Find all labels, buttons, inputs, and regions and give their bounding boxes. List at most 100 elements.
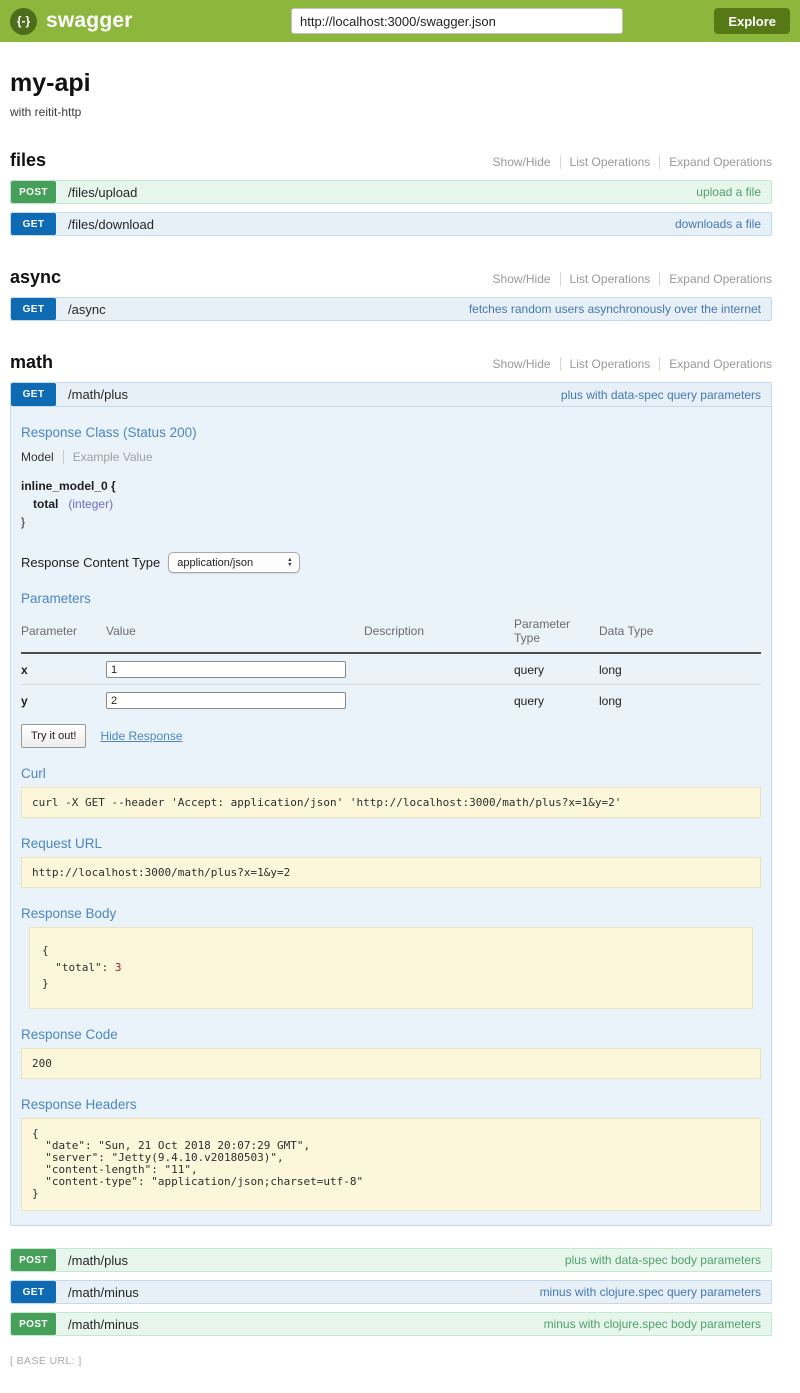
method-badge: GET — [11, 383, 56, 406]
json-close-brace: } — [42, 977, 49, 990]
select-value: application/json — [177, 557, 253, 569]
model-property-name: total — [33, 497, 58, 511]
col-header-data-type: Data Type — [599, 612, 761, 653]
op-summary[interactable]: fetches random users asynchronously over… — [469, 298, 771, 320]
curl-command-block: curl -X GET --header 'Accept: applicatio… — [21, 787, 761, 818]
model-property-type: (integer) — [68, 497, 113, 511]
op-path[interactable]: /math/plus — [68, 1249, 128, 1271]
response-body-block: { "total": 3 } — [29, 927, 753, 1009]
model-tabs: Model Example Value — [21, 450, 761, 464]
op-row-get-math-minus[interactable]: GET /math/minus minus with clojure.spec … — [10, 1280, 772, 1304]
try-row: Try it out! Hide Response — [21, 724, 761, 748]
op-row-post-math-minus[interactable]: POST /math/minus minus with clojure.spec… — [10, 1312, 772, 1336]
model-signature: inline_model_0 { total (integer) } — [21, 477, 761, 531]
param-row-x: x query long — [21, 653, 761, 685]
op-summary[interactable]: minus with clojure.spec body parameters — [544, 1313, 771, 1335]
expand-operations-link[interactable]: Expand Operations — [659, 272, 772, 286]
parameters-heading: Parameters — [21, 591, 761, 606]
json-key: "total": — [42, 961, 115, 974]
op-summary[interactable]: downloads a file — [675, 213, 771, 235]
param-type: query — [514, 685, 599, 716]
param-data-type: long — [599, 653, 761, 685]
param-description — [364, 685, 514, 716]
response-headers-block: { "date": "Sun, 21 Oct 2018 20:07:29 GMT… — [21, 1118, 761, 1212]
col-header-parameter-type: Parameter Type — [514, 612, 599, 653]
op-expanded-get-math-plus: GET /math/plus plus with data-spec query… — [10, 382, 772, 1226]
op-path[interactable]: /files/download — [68, 213, 154, 235]
show-hide-link[interactable]: Show/Hide — [484, 155, 560, 169]
section-title-math: math — [10, 352, 53, 373]
method-badge: GET — [11, 1281, 56, 1303]
api-title: my-api — [10, 69, 772, 98]
param-row-y: y query long — [21, 685, 761, 716]
response-code-heading: Response Code — [21, 1027, 761, 1042]
parameters-header-row: Parameter Value Description Parameter Ty… — [21, 612, 761, 653]
response-code-block: 200 — [21, 1048, 761, 1079]
request-url-heading: Request URL — [21, 836, 761, 851]
param-type: query — [514, 653, 599, 685]
response-content-type-select[interactable]: application/json ▲ ▼ — [168, 552, 299, 573]
op-row-post-files-upload[interactable]: POST /files/upload upload a file — [10, 180, 772, 204]
method-badge: POST — [11, 1249, 56, 1271]
main-content: my-api with reitit-http files Show/Hide … — [10, 69, 772, 1336]
parameters-table: Parameter Value Description Parameter Ty… — [21, 612, 761, 715]
tab-example-value[interactable]: Example Value — [64, 450, 153, 464]
list-operations-link[interactable]: List Operations — [560, 357, 660, 371]
op-summary[interactable]: minus with clojure.spec query parameters — [540, 1281, 771, 1303]
op-summary[interactable]: plus with data-spec body parameters — [565, 1249, 771, 1271]
brand-title: swagger — [46, 9, 133, 33]
op-row-get-async[interactable]: GET /async fetches random users asynchro… — [10, 297, 772, 321]
col-header-parameter: Parameter — [21, 612, 106, 653]
op-path[interactable]: /files/upload — [68, 181, 137, 203]
section-header-files: files Show/Hide List Operations Expand O… — [10, 150, 772, 171]
expand-operations-link[interactable]: Expand Operations — [659, 357, 772, 371]
op-path[interactable]: /math/plus — [68, 383, 128, 406]
app-header: {-} swagger Explore — [0, 0, 800, 42]
op-path[interactable]: /async — [68, 298, 106, 320]
model-name: inline_model_0 { — [21, 477, 761, 495]
param-x-input[interactable] — [106, 661, 346, 678]
section-header-async: async Show/Hide List Operations Expand O… — [10, 267, 772, 288]
method-badge: POST — [11, 1313, 56, 1335]
response-content-type-label: Response Content Type — [21, 555, 160, 570]
op-content-panel: Response Class (Status 200) Model Exampl… — [11, 407, 771, 1225]
hide-response-link[interactable]: Hide Response — [100, 729, 182, 743]
method-badge: GET — [11, 213, 56, 235]
op-summary[interactable]: upload a file — [696, 181, 771, 203]
base-url-footer: [ BASE URL: ] — [10, 1355, 800, 1367]
section-title-async: async — [10, 267, 61, 288]
op-path[interactable]: /math/minus — [68, 1281, 139, 1303]
param-name: x — [21, 653, 106, 685]
curl-heading: Curl — [21, 766, 761, 781]
response-class-heading: Response Class (Status 200) — [21, 425, 761, 440]
tab-model[interactable]: Model — [21, 450, 64, 464]
explore-button[interactable]: Explore — [714, 8, 790, 34]
list-operations-link[interactable]: List Operations — [560, 155, 660, 169]
request-url-block: http://localhost:3000/math/plus?x=1&y=2 — [21, 857, 761, 888]
swagger-logo[interactable]: {-} swagger — [10, 8, 133, 35]
list-operations-link[interactable]: List Operations — [560, 272, 660, 286]
response-headers-heading: Response Headers — [21, 1097, 761, 1112]
param-name: y — [21, 685, 106, 716]
param-y-input[interactable] — [106, 692, 346, 709]
expand-operations-link[interactable]: Expand Operations — [659, 155, 772, 169]
op-path[interactable]: /math/minus — [68, 1313, 139, 1335]
op-row-get-math-plus[interactable]: GET /math/plus plus with data-spec query… — [11, 383, 771, 407]
param-description — [364, 653, 514, 685]
col-header-value: Value — [106, 612, 364, 653]
section-controls: Show/Hide List Operations Expand Operati… — [484, 272, 772, 286]
spec-url-input[interactable] — [291, 8, 623, 34]
param-data-type: long — [599, 685, 761, 716]
try-it-out-button[interactable]: Try it out! — [21, 724, 86, 748]
op-row-get-files-download[interactable]: GET /files/download downloads a file — [10, 212, 772, 236]
section-controls: Show/Hide List Operations Expand Operati… — [484, 155, 772, 169]
op-row-post-math-plus[interactable]: POST /math/plus plus with data-spec body… — [10, 1248, 772, 1272]
method-badge: GET — [11, 298, 56, 320]
op-summary[interactable]: plus with data-spec query parameters — [561, 383, 771, 406]
section-controls: Show/Hide List Operations Expand Operati… — [484, 357, 772, 371]
show-hide-link[interactable]: Show/Hide — [484, 357, 560, 371]
swagger-logo-icon: {-} — [10, 8, 37, 35]
show-hide-link[interactable]: Show/Hide — [484, 272, 560, 286]
model-close-brace: } — [21, 513, 761, 531]
response-content-type-row: Response Content Type application/json ▲… — [21, 552, 761, 573]
